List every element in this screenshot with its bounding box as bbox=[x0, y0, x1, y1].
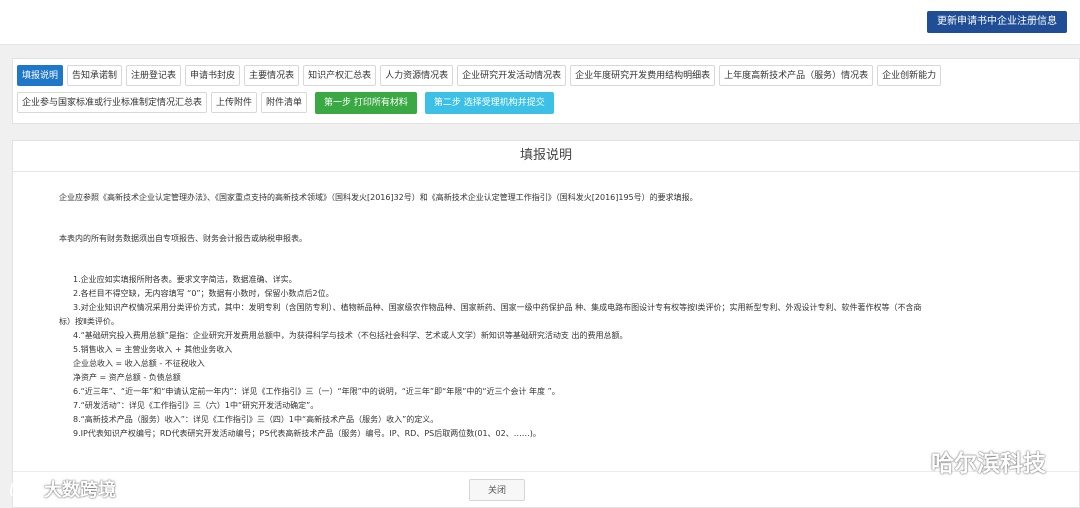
instructions-item: 3.对企业知识产权情况采用分类评价方式，其中：发明专利（含国防专利）、植物新品种… bbox=[73, 303, 922, 312]
form-tabs-panel: 填报说明 告知承诺制 注册登记表 申请书封皮 主要情况表 知识产权汇总表 人力资… bbox=[12, 58, 1080, 124]
instructions-item: 标）按Ⅱ类评价。 bbox=[59, 317, 119, 326]
instructions-item: 6.“近三年”、“近一年”和“申请认定前一年内”：详见《工作指引》三（一）“年限… bbox=[73, 387, 560, 396]
tab-standards-summary[interactable]: 企业参与国家标准或行业标准制定情况汇总表 bbox=[17, 92, 208, 113]
watermark-right-text: 哈尔滨科技 bbox=[931, 451, 1046, 477]
watermark-left: 大数跨境 bbox=[8, 476, 116, 502]
watermark-left-text: 大数跨境 bbox=[44, 480, 116, 501]
panel-title: 填报说明 bbox=[13, 141, 1079, 172]
instructions-item: 净资产 = 资产总额 - 负债总额 bbox=[73, 373, 181, 382]
instructions-item: 2.各栏目不得空缺，无内容填写 “0”；数据有小数时，保留小数点后2位。 bbox=[73, 289, 334, 298]
instructions-paragraph-1: 企业应参照《高新技术企业认定管理办法》、《国家重点支持的高新技术领域》（国科发火… bbox=[59, 193, 698, 202]
tab-commitment[interactable]: 告知承诺制 bbox=[67, 65, 123, 86]
tab-attachment-list[interactable]: 附件清单 bbox=[261, 92, 308, 113]
tab-human-resources[interactable]: 人力资源情况表 bbox=[380, 65, 454, 86]
close-button[interactable]: 关闭 bbox=[469, 479, 525, 501]
watermark-right: 哈尔滨科技 bbox=[893, 444, 1046, 478]
tab-application-cover[interactable]: 申请书封皮 bbox=[185, 65, 241, 86]
instructions-item: 4.“基础研究投入费用总额”是指：企业研究开发费用总额中，为获得科学与技术（不包… bbox=[73, 331, 628, 340]
step1-print-button[interactable]: 第一步 打印所有材料 bbox=[315, 92, 417, 114]
tab-main-status[interactable]: 主要情况表 bbox=[244, 65, 300, 86]
tab-ip-summary[interactable]: 知识产权汇总表 bbox=[303, 65, 377, 86]
tab-registration-form[interactable]: 注册登记表 bbox=[126, 65, 182, 86]
instructions-content: 企业应参照《高新技术企业认定管理办法》、《国家重点支持的高新技术领域》（国科发火… bbox=[59, 191, 1059, 441]
instructions-item: 8.“高新技术产品（服务）收入”：详见《工作指引》三（四）1中“高新技术产品（服… bbox=[73, 415, 439, 424]
tab-hightech-products[interactable]: 上年度高新技术产品（服务）情况表 bbox=[719, 65, 874, 86]
tab-innovation-capacity[interactable]: 企业创新能力 bbox=[877, 65, 942, 86]
instructions-item: 5.销售收入 = 主营业务收入 + 其他业务收入 bbox=[73, 345, 233, 354]
brand-logo-icon bbox=[9, 479, 37, 499]
tab-upload-attachments[interactable]: 上传附件 bbox=[211, 92, 258, 113]
top-bar: 更新申请书中企业注册信息 bbox=[0, 0, 1080, 45]
tab-row-1: 填报说明 告知承诺制 注册登记表 申请书封皮 主要情况表 知识产权汇总表 人力资… bbox=[17, 65, 942, 86]
instructions-paragraph-2: 本表内的所有财务数据须出自专项报告、财务会计报告或纳税申报表。 bbox=[59, 234, 307, 243]
instructions-item: 7.“研发活动”：详见《工作指引》三（六）1中“研究开发活动确定”。 bbox=[73, 401, 319, 410]
tab-row-2: 企业参与国家标准或行业标准制定情况汇总表 上传附件 附件清单 第一步 打印所有材… bbox=[17, 92, 554, 114]
instructions-item: 1.企业应如实填报所附各表。要求文字简洁，数据准确、详实。 bbox=[73, 275, 297, 284]
instructions-item: 9.IP代表知识产权编号；RD代表研究开发活动编号；PS代表高新技术产品（服务）… bbox=[73, 429, 541, 438]
wechat-icon bbox=[893, 450, 922, 471]
update-registration-button[interactable]: 更新申请书中企业注册信息 bbox=[927, 11, 1067, 33]
instructions-item: 企业总收入 = 收入总额 - 不征税收入 bbox=[73, 359, 205, 368]
tab-rd-cost-structure[interactable]: 企业年度研究开发费用结构明细表 bbox=[570, 65, 716, 86]
step2-submit-button[interactable]: 第二步 选择受理机构并提交 bbox=[424, 92, 554, 114]
tab-instructions[interactable]: 填报说明 bbox=[17, 65, 64, 86]
tab-rd-activities[interactable]: 企业研究开发活动情况表 bbox=[457, 65, 567, 86]
